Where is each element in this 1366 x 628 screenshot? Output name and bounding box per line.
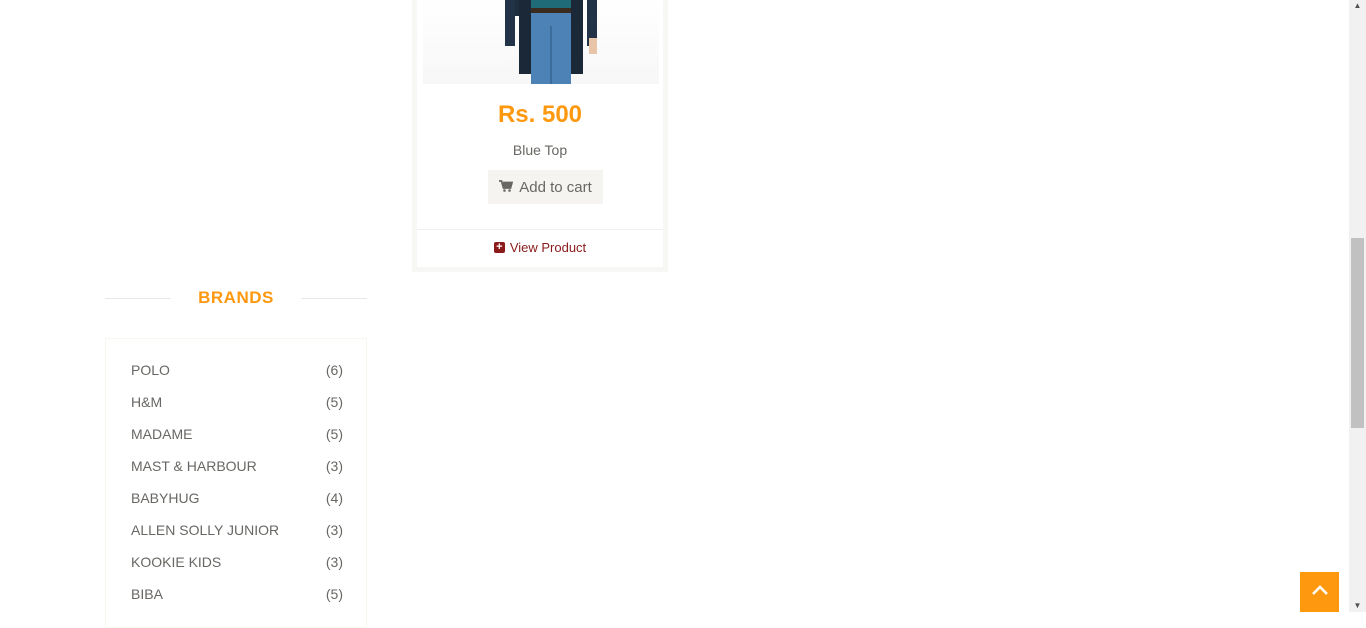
shopping-cart-icon [499, 179, 514, 196]
brand-item-biba[interactable]: BIBA (5) [131, 584, 343, 604]
brand-count: (3) [325, 522, 343, 538]
product-name: Blue Top [512, 142, 568, 158]
brand-count: (5) [325, 586, 343, 602]
brand-name: BIBA [131, 586, 163, 602]
brand-name: KOOKIE KIDS [131, 554, 222, 570]
page-scrollbar[interactable]: ▲ ▼ [1349, 0, 1366, 612]
brand-item-babyhug[interactable]: BABYHUG (4) [131, 488, 343, 508]
scroll-thumb[interactable] [1351, 238, 1364, 428]
product-price: Rs. 500 [497, 101, 583, 128]
view-product-link[interactable]: + View Product [417, 240, 663, 255]
brand-item-mast-harbour[interactable]: MAST & HARBOUR (3) [131, 456, 343, 476]
brand-count: (3) [325, 458, 343, 474]
product-card: Rs. 500 Blue Top Add to cart + View Prod… [412, 0, 668, 272]
brand-item-hm[interactable]: H&M (5) [131, 392, 343, 412]
brand-item-madame[interactable]: MADAME (5) [131, 424, 343, 444]
brand-count: (6) [325, 362, 343, 378]
plus-square-icon: + [493, 242, 505, 253]
brand-count: (5) [325, 426, 343, 442]
brand-name: ALLEN SOLLY JUNIOR [131, 522, 280, 538]
brands-list: POLO (6) H&M (5) MADAME (5) MAST & HARBO… [105, 338, 367, 628]
brand-name: MAST & HARBOUR [131, 458, 257, 474]
view-product-label: View Product [509, 240, 587, 255]
product-photo [505, 0, 597, 84]
brand-count: (3) [325, 554, 343, 570]
product-image [423, 0, 659, 84]
add-to-cart-label: Add to cart [519, 178, 592, 196]
chevron-up-icon [1311, 583, 1329, 601]
brand-count: (5) [325, 394, 343, 410]
product-card-body: Rs. 500 Blue Top Add to cart + View Prod… [417, 0, 663, 267]
brand-item-kookie-kids[interactable]: KOOKIE KIDS (3) [131, 552, 343, 572]
brands-heading: BRANDS [105, 285, 367, 311]
brand-item-allen-solly-junior[interactable]: ALLEN SOLLY JUNIOR (3) [131, 520, 343, 540]
brand-name: MADAME [131, 426, 193, 442]
brands-title: BRANDS [198, 288, 274, 307]
brand-name: POLO [131, 362, 170, 378]
brand-name: H&M [131, 394, 163, 410]
scroll-down-arrow-icon[interactable]: ▼ [1349, 600, 1366, 612]
card-divider [417, 229, 663, 230]
brand-count: (4) [325, 490, 343, 506]
add-to-cart-button[interactable]: Add to cart [488, 170, 603, 204]
brand-item-polo[interactable]: POLO (6) [131, 360, 343, 380]
scroll-up-arrow-icon[interactable]: ▲ [1349, 0, 1366, 12]
brand-name: BABYHUG [131, 490, 200, 506]
scroll-to-top-button[interactable] [1300, 572, 1339, 612]
